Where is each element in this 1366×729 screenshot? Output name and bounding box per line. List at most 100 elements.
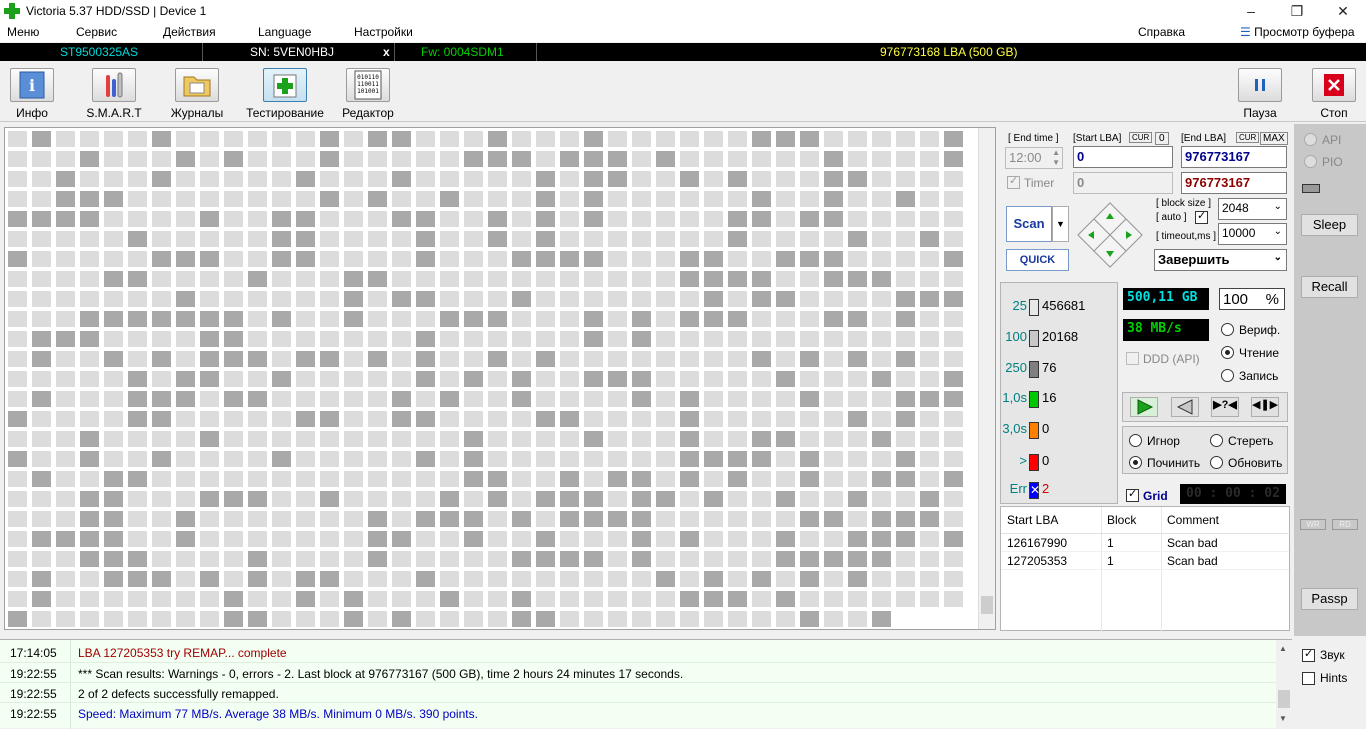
verify-radio[interactable] — [1221, 323, 1234, 336]
scan-block — [872, 511, 891, 527]
scan-block — [200, 431, 219, 447]
table-row[interactable]: 127205353 1 Scan bad — [1001, 552, 1289, 570]
menu-item-language[interactable]: Language — [258, 25, 311, 39]
direction-pad-icon[interactable] — [1076, 201, 1144, 269]
ddd-api-checkbox[interactable] — [1126, 352, 1139, 365]
sleep-button[interactable]: Sleep — [1301, 214, 1358, 236]
smart-button[interactable]: S.M.A.R.T — [76, 66, 152, 120]
scan-block — [872, 371, 891, 387]
table-row[interactable]: 126167990 1 Scan bad — [1001, 534, 1289, 552]
rd-indicator: RD — [1332, 519, 1358, 530]
scan-block — [656, 131, 675, 147]
scan-block — [344, 491, 363, 507]
close-window-button[interactable]: ✕ — [1320, 0, 1366, 22]
column-header-comment[interactable]: Comment — [1167, 513, 1219, 527]
write-radio[interactable] — [1221, 369, 1234, 382]
scan-block — [128, 471, 147, 487]
scan-block — [128, 351, 147, 367]
scan-dropdown-button[interactable]: ▼ — [1052, 206, 1069, 242]
pause-button[interactable]: Пауза — [1222, 66, 1298, 120]
scan-block — [224, 171, 243, 187]
scan-block — [800, 271, 819, 287]
scan-block — [104, 271, 123, 287]
scan-block — [368, 611, 387, 627]
svg-text:010110: 010110 — [357, 74, 379, 81]
random-seek-button[interactable]: ▶?◀ — [1211, 397, 1239, 417]
scan-block — [632, 571, 651, 587]
minimize-button[interactable]: – — [1228, 0, 1274, 22]
end-lba-cur-button[interactable]: CUR — [1236, 132, 1260, 143]
read-label: Чтение — [1239, 346, 1280, 360]
grid-checkbox[interactable]: ✓ — [1126, 488, 1139, 502]
scan-block — [296, 311, 315, 327]
menu-item-settings[interactable]: Настройки — [354, 25, 413, 39]
end-time-input[interactable]: 12:00 ▲ ▼ — [1005, 147, 1063, 169]
refresh-radio[interactable] — [1210, 456, 1223, 469]
log-scrollbar[interactable]: ▲ ▼ — [1276, 640, 1292, 729]
ignore-radio[interactable] — [1129, 434, 1142, 447]
scan-block — [896, 471, 915, 487]
scan-block — [80, 611, 99, 627]
timer-checkbox[interactable]: ✓ — [1007, 175, 1020, 189]
repair-radio[interactable] — [1129, 456, 1142, 469]
end-lba-input[interactable]: 976773167 — [1181, 146, 1287, 168]
timer-input[interactable]: 0 — [1073, 172, 1173, 194]
scan-block — [200, 211, 219, 227]
maximize-button[interactable]: ❐ — [1274, 0, 1320, 22]
sound-checkbox[interactable]: ✓ — [1302, 648, 1315, 662]
scan-block — [248, 391, 267, 407]
api-radio[interactable] — [1304, 133, 1317, 146]
column-header-block[interactable]: Block — [1107, 513, 1136, 527]
buffer-view-button[interactable]: ☰ Просмотр буфера — [1240, 25, 1355, 39]
scan-block — [80, 231, 99, 247]
scan-button[interactable]: Scan — [1006, 206, 1052, 242]
block-size-select[interactable]: 2048 ⌄ — [1218, 198, 1287, 220]
menu-item-help[interactable]: Справка — [1138, 25, 1185, 39]
scan-block — [368, 171, 387, 187]
read-radio[interactable] — [1221, 346, 1234, 359]
butterfly-button[interactable]: ◀❚▶ — [1251, 397, 1279, 417]
scan-block — [824, 251, 843, 267]
recall-button[interactable]: Recall — [1301, 276, 1358, 298]
scan-block — [200, 591, 219, 607]
scan-block — [296, 391, 315, 407]
scan-block — [440, 411, 459, 427]
scan-block — [512, 191, 531, 207]
menu-item-main[interactable]: Меню — [7, 25, 39, 39]
testing-button[interactable]: Тестирование — [246, 66, 324, 120]
passp-button[interactable]: Passp — [1301, 588, 1358, 610]
column-header-start-lba[interactable]: Start LBA — [1007, 513, 1058, 527]
finish-action-select[interactable]: Завершить ⌄ — [1154, 249, 1287, 271]
scan-map-scrollbar[interactable] — [978, 128, 995, 629]
timeout-select[interactable]: 10000 ⌄ — [1218, 223, 1287, 245]
stop-button[interactable]: Стоп — [1296, 66, 1366, 120]
auto-block-checkbox[interactable]: ✓ — [1195, 210, 1208, 224]
play-forward-button[interactable] — [1130, 397, 1158, 417]
pio-radio[interactable] — [1304, 155, 1317, 168]
scan-block — [920, 411, 939, 427]
menu-item-actions[interactable]: Действия — [163, 25, 216, 39]
repair-label: Починить — [1147, 456, 1201, 470]
info-button[interactable]: i Инфо — [0, 66, 70, 120]
scan-block — [680, 611, 699, 627]
logs-button[interactable]: Журналы — [159, 66, 235, 120]
scan-block — [680, 371, 699, 387]
scan-block — [152, 551, 171, 567]
editor-button[interactable]: 010110 110011 101001 Редактор — [330, 66, 406, 120]
scan-block — [488, 271, 507, 287]
start-lba-input[interactable]: 0 — [1073, 146, 1173, 168]
scan-block — [32, 431, 51, 447]
start-lba-cur-button[interactable]: CUR — [1129, 132, 1153, 143]
quick-button[interactable]: QUICK — [1006, 249, 1069, 271]
scan-block — [800, 191, 819, 207]
hints-checkbox[interactable] — [1302, 672, 1315, 685]
erase-radio[interactable] — [1210, 434, 1223, 447]
device-close-button[interactable]: x — [383, 45, 390, 59]
scan-block — [824, 511, 843, 527]
end-lba-max-button[interactable]: MAX — [1260, 132, 1288, 145]
scan-block — [512, 511, 531, 527]
play-backward-button[interactable] — [1171, 397, 1199, 417]
scan-block — [8, 571, 27, 587]
menu-item-service[interactable]: Сервис — [76, 25, 117, 39]
scan-block — [872, 591, 891, 607]
